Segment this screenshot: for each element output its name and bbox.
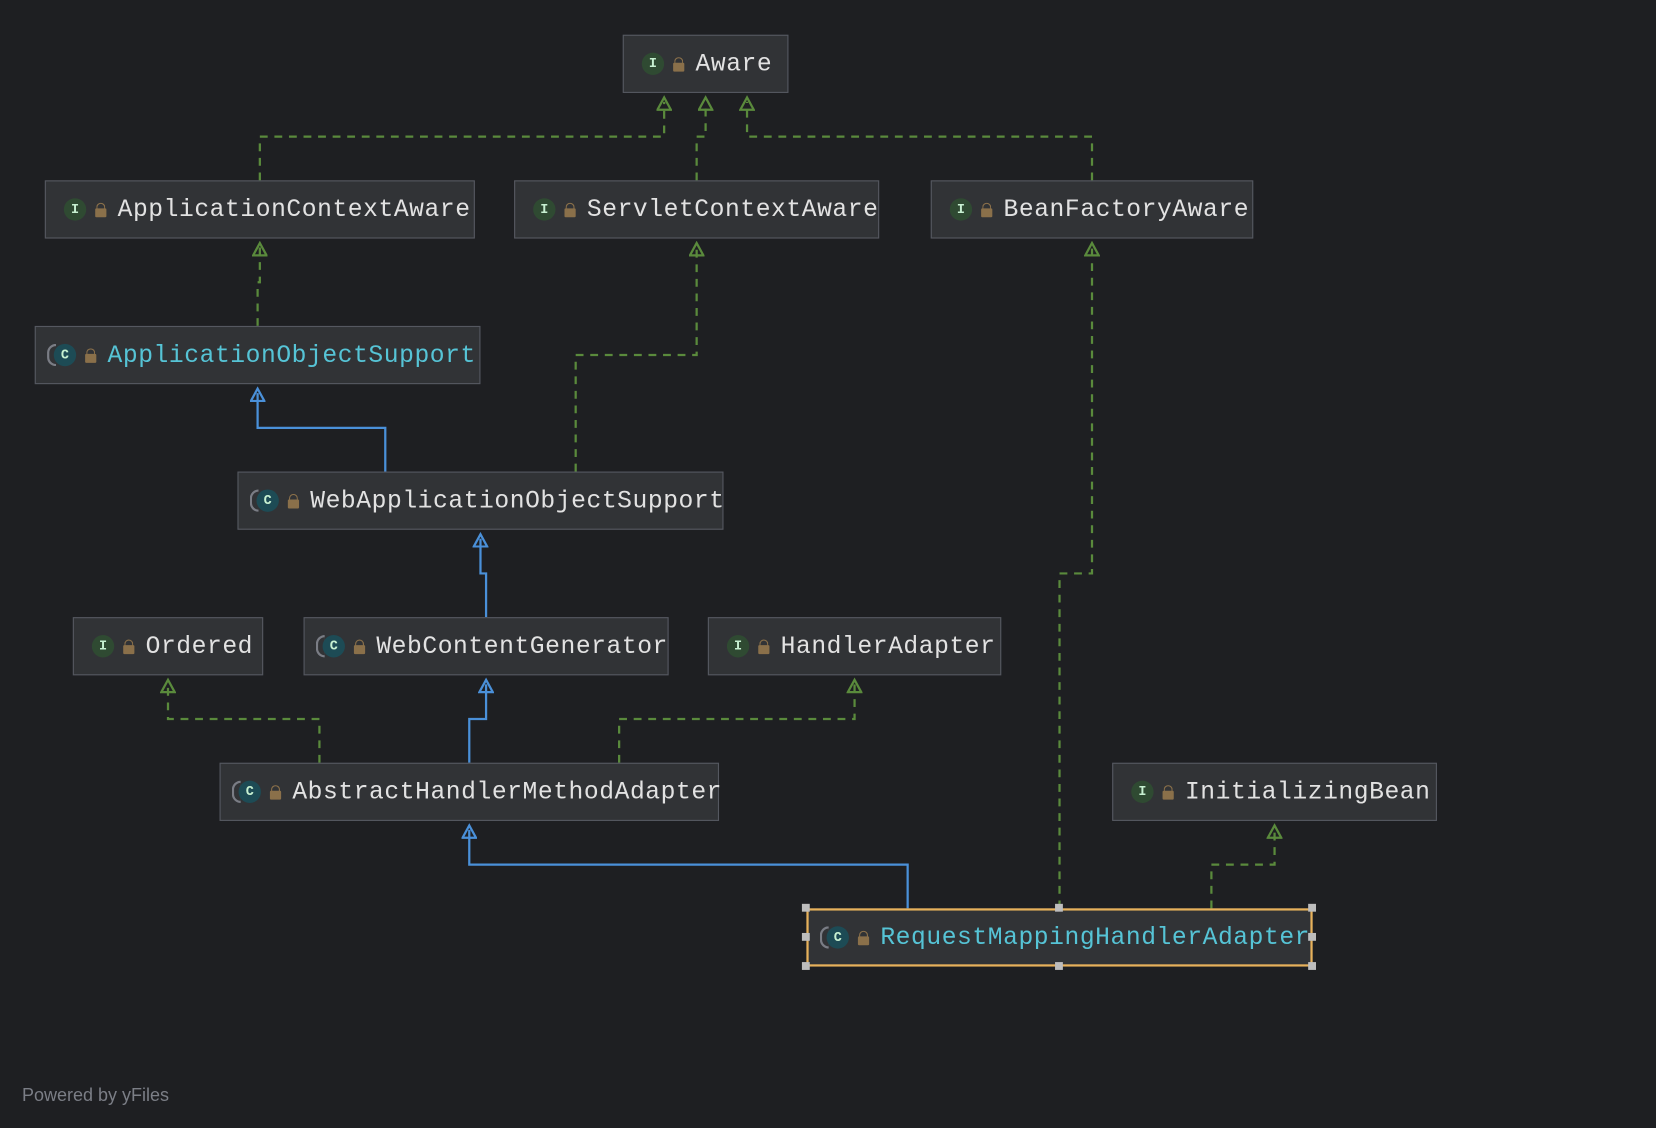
implements-edge	[697, 102, 706, 180]
selection-handle[interactable]	[802, 962, 810, 970]
abstract-badge-icon: C	[54, 344, 76, 366]
lock-icon	[95, 202, 106, 217]
interface-badge-icon: I	[533, 198, 555, 220]
interface-badge-icon: I	[727, 635, 749, 657]
uml-node-Aware[interactable]: I Aware	[623, 35, 789, 93]
node-label: ApplicationContextAware	[118, 195, 471, 223]
lock-icon	[858, 930, 869, 945]
extends-edge	[469, 830, 907, 908]
uml-node-WebContentGenerator[interactable]: C WebContentGenerator	[304, 617, 669, 675]
node-label: WebContentGenerator	[376, 632, 668, 660]
extends-edge	[480, 539, 486, 617]
uml-node-WebApplicationObjectSupport[interactable]: C WebApplicationObjectSupport	[237, 472, 723, 530]
node-label: Aware	[696, 50, 773, 78]
interface-badge-icon: I	[642, 53, 664, 75]
lock-icon	[981, 202, 992, 217]
node-label: HandlerAdapter	[781, 632, 996, 660]
implements-edge	[619, 684, 854, 762]
selection-handle[interactable]	[1308, 904, 1316, 912]
selection-handle[interactable]	[802, 904, 810, 912]
selection-handle[interactable]	[1308, 933, 1316, 941]
selection-handle[interactable]	[802, 933, 810, 941]
lock-icon	[673, 57, 684, 72]
lock-icon	[123, 639, 134, 654]
uml-node-HandlerAdapter[interactable]: I HandlerAdapter	[708, 617, 1001, 675]
interface-badge-icon: I	[92, 635, 114, 657]
implements-edge	[747, 102, 1092, 180]
lock-icon	[758, 639, 769, 654]
lock-icon	[1163, 785, 1174, 800]
abstract-badge-icon: C	[256, 489, 278, 511]
lock-icon	[564, 202, 575, 217]
implements-edge	[168, 684, 319, 762]
lock-icon	[354, 639, 365, 654]
extends-edge	[469, 684, 486, 762]
node-label: AbstractHandlerMethodAdapter	[292, 778, 722, 806]
node-label: WebApplicationObjectSupport	[310, 487, 724, 515]
interface-badge-icon: I	[64, 198, 86, 220]
implements-edge	[260, 102, 664, 180]
lock-icon	[85, 348, 96, 363]
uml-node-AbstractHandlerMethodAdapter[interactable]: C AbstractHandlerMethodAdapter	[220, 763, 720, 821]
implements-edge	[1211, 830, 1274, 908]
uml-node-Ordered[interactable]: I Ordered	[73, 617, 263, 675]
interface-badge-icon: I	[950, 198, 972, 220]
node-label: BeanFactoryAware	[1004, 195, 1250, 223]
class-badge-icon: C	[827, 926, 849, 948]
uml-node-ApplicationContextAware[interactable]: I ApplicationContextAware	[45, 180, 475, 238]
selection-handle[interactable]	[1055, 904, 1063, 912]
node-label: Ordered	[146, 632, 253, 660]
implements-edge	[258, 248, 260, 326]
node-label: RequestMappingHandlerAdapter	[880, 923, 1310, 951]
uml-node-InitializingBean[interactable]: I InitializingBean	[1112, 763, 1437, 821]
uml-node-BeanFactoryAware[interactable]: I BeanFactoryAware	[931, 180, 1254, 238]
uml-node-ApplicationObjectSupport[interactable]: C ApplicationObjectSupport	[35, 326, 481, 384]
implements-edge	[1060, 248, 1092, 909]
interface-badge-icon: I	[1131, 781, 1153, 803]
lock-icon	[270, 785, 281, 800]
selection-handle[interactable]	[1055, 962, 1063, 970]
selection-handle[interactable]	[1308, 962, 1316, 970]
abstract-badge-icon: C	[323, 635, 345, 657]
implements-edge	[576, 248, 697, 472]
extends-edge	[258, 393, 386, 471]
uml-node-RequestMappingHandlerAdapter[interactable]: C RequestMappingHandlerAdapter	[806, 908, 1312, 966]
lock-icon	[288, 493, 299, 508]
abstract-badge-icon: C	[239, 781, 261, 803]
uml-node-ServletContextAware[interactable]: I ServletContextAware	[514, 180, 879, 238]
node-label: ApplicationObjectSupport	[108, 341, 476, 369]
node-label: InitializingBean	[1185, 778, 1431, 806]
node-label: ServletContextAware	[587, 195, 879, 223]
watermark-label: Powered by yFiles	[22, 1085, 169, 1106]
